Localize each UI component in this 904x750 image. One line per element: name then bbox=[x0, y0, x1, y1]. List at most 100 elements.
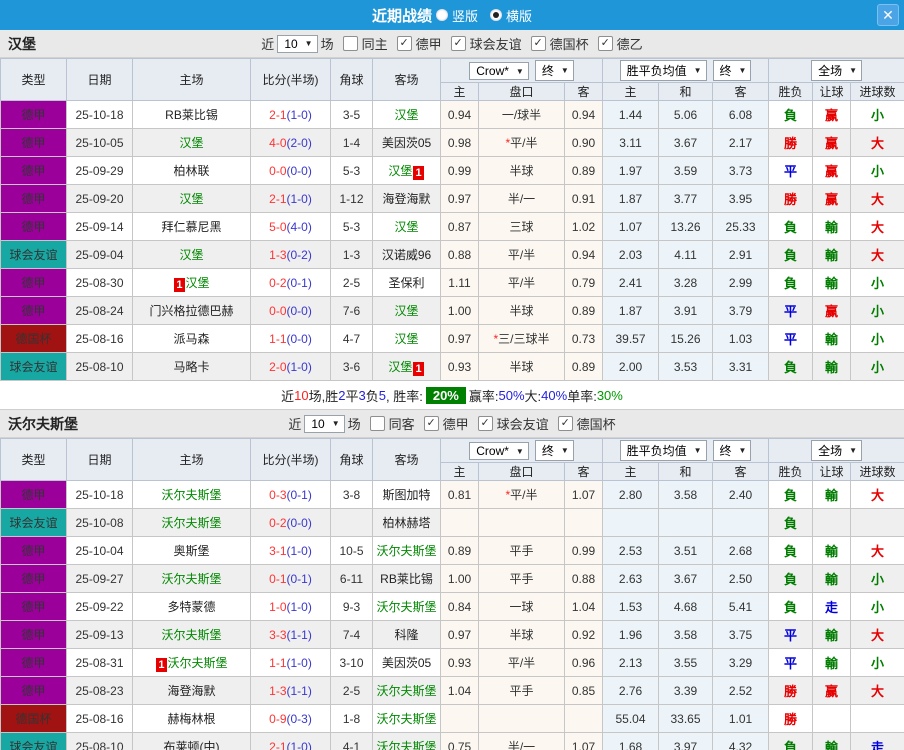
team-label: RB莱比锡 bbox=[380, 572, 433, 586]
result-goals-cell: 大 bbox=[851, 129, 904, 157]
home-team: RB莱比锡 bbox=[165, 108, 218, 122]
league-checkbox[interactable]: ✓ bbox=[424, 416, 439, 431]
result-handicap-cell: 輸 bbox=[813, 537, 851, 565]
fulltime-score: 5-0 bbox=[269, 220, 286, 234]
match-date-cell: 25-08-16 bbox=[67, 325, 133, 353]
handicap-cell: 三球 bbox=[479, 213, 565, 241]
odds-final-select[interactable]: 终▼ bbox=[535, 60, 574, 81]
corner-cell: 9-3 bbox=[331, 593, 373, 621]
result-scope-select[interactable]: 全场▼ bbox=[811, 440, 862, 461]
league-checkbox[interactable]: ✓ bbox=[558, 416, 573, 431]
match-type-cell: 德甲 bbox=[1, 593, 67, 621]
radio-label: 横版 bbox=[506, 6, 532, 25]
layout-radio-group: 竖版 横版 bbox=[436, 6, 532, 25]
result-goals-cell bbox=[851, 509, 904, 537]
mean-home-cell: 1.44 bbox=[603, 101, 659, 129]
mean-dropdown-group: 胜平负均值▼ 终▼ bbox=[603, 59, 769, 83]
mean-home-cell: 2.13 bbox=[603, 649, 659, 677]
league-checkbox[interactable]: ✓ bbox=[451, 36, 466, 51]
home-team-cell: 沃尔夫斯堡 bbox=[133, 565, 251, 593]
fulltime-score: 0-3 bbox=[269, 488, 286, 502]
mean-draw-cell: 4.11 bbox=[659, 241, 713, 269]
result-char: 勝 bbox=[784, 192, 797, 207]
result-char: 小 bbox=[871, 600, 884, 615]
handicap-cell: *平/半 bbox=[479, 129, 565, 157]
same-venue-checkbox[interactable] bbox=[343, 36, 358, 51]
chevron-down-icon: ▼ bbox=[694, 66, 702, 75]
mean-odds-select[interactable]: 胜平负均值▼ bbox=[620, 60, 707, 81]
mean-away-cell: 2.91 bbox=[713, 241, 769, 269]
fulltime-score: 3-3 bbox=[269, 628, 286, 642]
close-button[interactable]: ✕ bbox=[877, 4, 899, 26]
result-scope-select[interactable]: 全场▼ bbox=[811, 60, 862, 81]
handicap-cell bbox=[479, 705, 565, 733]
result-char: 大 bbox=[871, 544, 884, 559]
mean-draw-cell: 3.97 bbox=[659, 733, 713, 750]
result-handicap-cell: 輸 bbox=[813, 733, 851, 750]
summary-text: 50% bbox=[499, 388, 525, 403]
away-team: 斯图加特 bbox=[382, 488, 430, 502]
result-handicap-cell: 赢 bbox=[813, 129, 851, 157]
odds-home-cell: 0.84 bbox=[441, 593, 479, 621]
same-venue-checkbox[interactable] bbox=[370, 416, 385, 431]
result-char: 負 bbox=[784, 544, 797, 559]
odds-dropdown-group: Crow*▼ 终▼ bbox=[441, 439, 603, 463]
team-label: 沃尔夫斯堡 bbox=[161, 572, 221, 586]
corner-cell: 1-3 bbox=[331, 241, 373, 269]
result-handicap-cell: 輸 bbox=[813, 353, 851, 381]
close-icon: ✕ bbox=[882, 7, 894, 24]
match-count-select[interactable]: 10▼ bbox=[277, 35, 317, 53]
halftime-score: (1-0) bbox=[287, 600, 312, 614]
odds-away-cell: 0.89 bbox=[565, 157, 603, 185]
mean-final-select[interactable]: 终▼ bbox=[713, 440, 752, 461]
result-dropdown-group: 全场▼ bbox=[769, 439, 904, 463]
summary-text: 场,胜 bbox=[309, 386, 339, 405]
odds-home-cell: 0.97 bbox=[441, 185, 479, 213]
match-count-select-value: 10 bbox=[311, 417, 324, 431]
corner-cell: 5-3 bbox=[331, 213, 373, 241]
league-checkbox[interactable]: ✓ bbox=[531, 36, 546, 51]
col-header: 客场 bbox=[373, 439, 441, 481]
odds-home-cell: 0.98 bbox=[441, 129, 479, 157]
result-wdl-cell: 負 bbox=[769, 213, 813, 241]
same-venue-label: 同主 bbox=[362, 34, 388, 53]
match-type-cell: 德国杯 bbox=[1, 325, 67, 353]
mean-away-cell: 6.08 bbox=[713, 101, 769, 129]
result-handicap-cell: 輸 bbox=[813, 621, 851, 649]
col-header: 日期 bbox=[67, 59, 133, 101]
away-team-cell: RB莱比锡 bbox=[373, 565, 441, 593]
away-team: 沃尔夫斯堡 bbox=[376, 740, 436, 750]
layout-radio-horizontal[interactable]: 横版 bbox=[490, 6, 532, 25]
sub-col-header: 主 bbox=[441, 463, 479, 481]
home-team-cell: 1沃尔夫斯堡 bbox=[133, 649, 251, 677]
match-type-cell: 球会友谊 bbox=[1, 241, 67, 269]
odds-final-select[interactable]: 终▼ bbox=[535, 440, 574, 461]
home-team-cell: 沃尔夫斯堡 bbox=[133, 621, 251, 649]
league-checkbox[interactable]: ✓ bbox=[598, 36, 613, 51]
mean-away-cell: 2.99 bbox=[713, 269, 769, 297]
summary-text: 2 bbox=[338, 388, 345, 403]
result-char: 大 bbox=[871, 684, 884, 699]
match-count-select[interactable]: 10▼ bbox=[304, 415, 344, 433]
layout-radio-vertical[interactable]: 竖版 bbox=[436, 6, 478, 25]
fulltime-score: 0-9 bbox=[269, 712, 286, 726]
odds-home-cell: 1.04 bbox=[441, 677, 479, 705]
sub-col-header: 让球 bbox=[813, 463, 851, 481]
mean-draw-cell: 3.58 bbox=[659, 621, 713, 649]
odds-company-select[interactable]: Crow*▼ bbox=[469, 62, 529, 80]
mean-final-select[interactable]: 终▼ bbox=[713, 60, 752, 81]
odds-company-select[interactable]: Crow*▼ bbox=[469, 442, 529, 460]
result-goals-cell: 小 bbox=[851, 649, 904, 677]
result-handicap-cell: 輸 bbox=[813, 269, 851, 297]
result-char: 輸 bbox=[825, 628, 838, 643]
league-checkbox[interactable]: ✓ bbox=[397, 36, 412, 51]
summary-text: 30% bbox=[597, 388, 623, 403]
mean-odds-select[interactable]: 胜平负均值▼ bbox=[620, 440, 707, 461]
handicap-cell: 平/半 bbox=[479, 649, 565, 677]
result-char: 負 bbox=[784, 572, 797, 587]
league-checkbox[interactable]: ✓ bbox=[478, 416, 493, 431]
odds-away-cell: 1.07 bbox=[565, 733, 603, 750]
home-team: 柏林联 bbox=[173, 164, 209, 178]
result-wdl-cell: 負 bbox=[769, 101, 813, 129]
home-team: 派马森 bbox=[173, 332, 209, 346]
